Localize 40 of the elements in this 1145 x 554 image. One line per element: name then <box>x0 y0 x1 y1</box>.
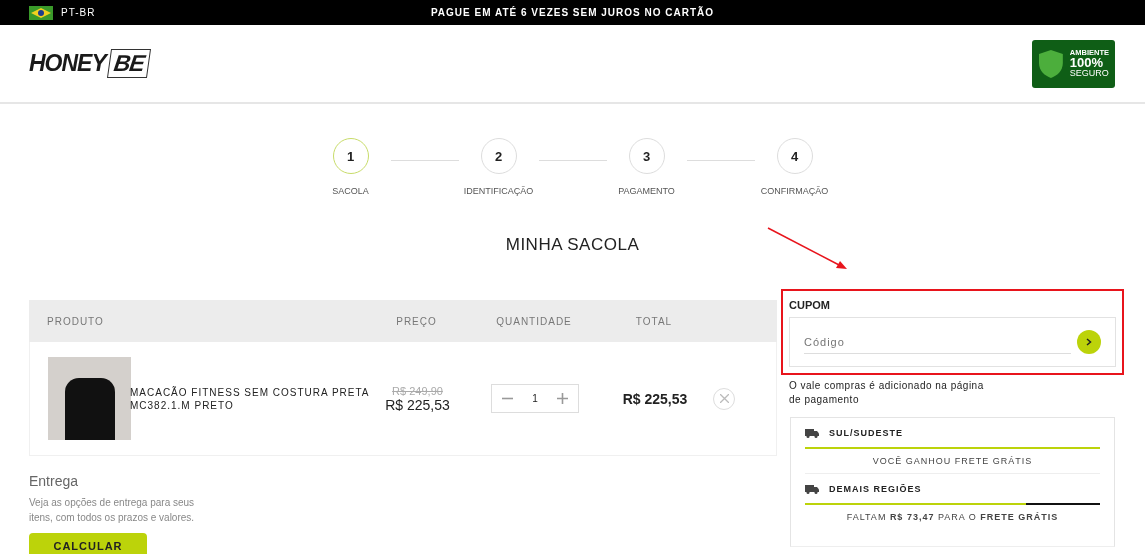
truck-icon <box>805 428 819 438</box>
step-label: SACOLA <box>332 186 369 196</box>
remove-button[interactable] <box>713 387 735 410</box>
truck-icon <box>805 484 819 494</box>
step-label: CONFIRMAÇÃO <box>760 186 829 196</box>
shipping-message: FALTAM R$ 73,47 PARA O FRETE GRÁTIS <box>845 512 1060 522</box>
step-circle[interactable]: 1 <box>332 138 369 174</box>
column-header: PRODUTO <box>46 315 105 327</box>
promo-text: PAGUE EM ATÉ 6 VEZES SEM JUROS NO CARTÃO <box>430 7 715 18</box>
calculate-button[interactable]: CALCULAR <box>29 533 147 554</box>
chevron-right-icon <box>1085 338 1093 346</box>
step-circle[interactable]: 3 <box>628 138 665 174</box>
region-name: DEMAIS REGIÕES <box>829 484 922 494</box>
product-name[interactable]: MACACÃO FITNESS SEM COSTURA PRETA MC382.1.M PRETO <box>130 385 370 412</box>
logo[interactable]: HONEY BE <box>29 49 149 78</box>
language-selector[interactable]: PT-BR <box>61 7 96 18</box>
close-icon <box>719 394 729 403</box>
step-circle[interactable]: 4 <box>776 138 813 174</box>
step-label: PAGAMENTO <box>618 186 675 196</box>
step-label: IDENTIFICAÇÃO <box>463 186 534 196</box>
flag-icon[interactable] <box>29 5 53 20</box>
step-circle[interactable]: 2 <box>480 138 517 174</box>
submit-button[interactable] <box>1077 330 1101 354</box>
page-title: MINHA SACOLA <box>504 235 641 255</box>
quantity-value: 1 <box>532 393 538 404</box>
region-name: SUL/SUDESTE <box>829 428 903 438</box>
price: R$ 225,53 <box>385 396 450 413</box>
shipping-message: VOCÊ GANHOU FRETE GRÁTIS <box>871 456 1034 466</box>
delivery-title: Entrega <box>29 473 80 489</box>
column-header: TOTAL <box>634 315 674 327</box>
delivery-text: Veja as opções de entrega para seus itens, com todos os prazos e valores. <box>29 496 196 525</box>
plus-icon <box>557 393 568 404</box>
coupon-note: O vale compras é adicionado na página de pagamento <box>789 379 985 406</box>
quantity-stepper[interactable]: 1 <box>491 384 579 413</box>
coupon-field[interactable]: Código <box>789 317 1116 367</box>
total-price: R$ 225,53 <box>621 390 689 407</box>
coupon-title: CUPOM <box>789 299 831 311</box>
column-header: QUANTIDADE <box>495 315 573 327</box>
old-price: R$ 249,90 <box>392 384 443 397</box>
column-header: PREÇO <box>395 315 438 327</box>
